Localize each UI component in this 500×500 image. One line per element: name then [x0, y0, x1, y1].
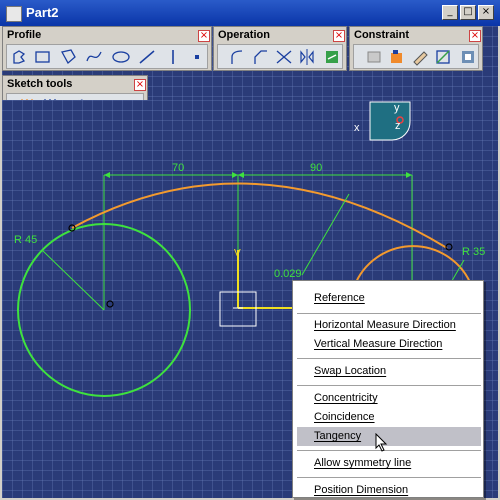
title-bar[interactable]: Part2 _ □ × — [0, 0, 500, 26]
menu-item-tangency[interactable]: Tangency — [297, 427, 481, 446]
operation-toolbar-title: Operation — [218, 29, 270, 41]
profile-toolbar-row — [6, 44, 208, 69]
constraint-toolbar: Constraint × — [349, 26, 483, 71]
constraint-tool-icon[interactable] — [387, 47, 408, 67]
spline-tool-icon[interactable] — [85, 47, 106, 67]
project-3d-tool-icon[interactable] — [322, 47, 343, 67]
auto-constraint-icon[interactable] — [458, 47, 479, 67]
operation-toolbar-close-icon[interactable]: × — [333, 30, 345, 42]
menu-separator — [297, 477, 481, 478]
constraint-toolbar-row — [353, 44, 479, 69]
close-icon[interactable]: × — [478, 5, 494, 20]
constraint-toolbar-title: Constraint — [354, 29, 409, 41]
axis-tool-icon[interactable] — [163, 47, 184, 67]
context-menu: Reference Horizontal Measure Direction V… — [292, 280, 484, 498]
polygon-tool-icon[interactable] — [59, 47, 80, 67]
axis-v-label: V — [234, 248, 241, 259]
menu-separator — [297, 450, 481, 451]
radius-line-r45 — [41, 249, 105, 311]
mirror-tool-icon[interactable] — [297, 47, 318, 67]
minimize-icon[interactable]: _ — [442, 5, 458, 20]
dimension-r45-label[interactable]: R 45 — [14, 234, 37, 246]
dimension-90-label[interactable]: 90 — [310, 162, 322, 174]
trim-tool-icon[interactable] — [274, 47, 295, 67]
application-window: Part2 _ □ × Profile × Operation × Constr… — [0, 0, 500, 498]
compass-y-label: y — [394, 102, 400, 114]
sketch-tools-toolbar-title: Sketch tools — [7, 78, 73, 90]
operation-toolbar: Operation × — [213, 26, 347, 71]
profile-tool-icon[interactable] — [9, 47, 30, 67]
fix-together-icon[interactable] — [433, 47, 454, 67]
constraint-toolbar-close-icon[interactable]: × — [469, 30, 481, 42]
window-title: Part2 — [26, 5, 59, 20]
ellipse-tool-icon[interactable] — [111, 47, 132, 67]
window-icon — [6, 6, 22, 22]
menu-item-vertical-measure-direction[interactable]: Vertical Measure Direction — [297, 335, 481, 354]
dimension-70-label[interactable]: 70 — [172, 162, 184, 174]
chamfer-tool-icon[interactable] — [251, 47, 272, 67]
maximize-icon[interactable]: □ — [460, 5, 476, 20]
menu-separator — [297, 313, 481, 314]
contact-constraint-icon[interactable] — [410, 47, 431, 67]
dimension-leader-0029 — [301, 193, 350, 276]
menu-item-position-dimension[interactable]: Position Dimension — [297, 481, 481, 500]
sketch-tools-toolbar-close-icon[interactable]: × — [134, 79, 146, 91]
menu-item-concentricity[interactable]: Concentricity — [297, 389, 481, 408]
line-tool-icon[interactable] — [137, 47, 158, 67]
menu-item-horizontal-measure-direction[interactable]: Horizontal Measure Direction — [297, 316, 481, 335]
compass-z-label: z — [395, 120, 401, 132]
menu-item-reference[interactable]: Reference — [297, 289, 481, 308]
operation-toolbar-row — [217, 44, 343, 69]
corner-tool-icon[interactable] — [228, 47, 249, 67]
center-point-icon — [106, 300, 114, 308]
profile-toolbar-close-icon[interactable]: × — [198, 30, 210, 42]
menu-separator — [297, 385, 481, 386]
dimension-0029-label[interactable]: 0.029 — [274, 268, 302, 280]
compass-x-label: x — [354, 122, 360, 134]
rectangle-tool-icon[interactable] — [33, 47, 54, 67]
menu-item-allow-symmetry-line[interactable]: Allow symmetry line — [297, 454, 481, 473]
profile-toolbar: Profile × — [2, 26, 212, 71]
menu-item-swap-location[interactable]: Swap Location — [297, 362, 481, 381]
menu-item-coincidence[interactable]: Coincidence — [297, 408, 481, 427]
tangent-arc — [71, 182, 448, 249]
mouse-cursor-icon — [375, 433, 388, 452]
compass-icon[interactable] — [369, 101, 411, 141]
point-tool-icon[interactable] — [187, 47, 208, 67]
dimension-r35-label[interactable]: R 35 — [462, 246, 485, 258]
profile-toolbar-title: Profile — [7, 29, 42, 41]
menu-separator — [297, 358, 481, 359]
constraints-defined-icon[interactable] — [364, 47, 385, 67]
